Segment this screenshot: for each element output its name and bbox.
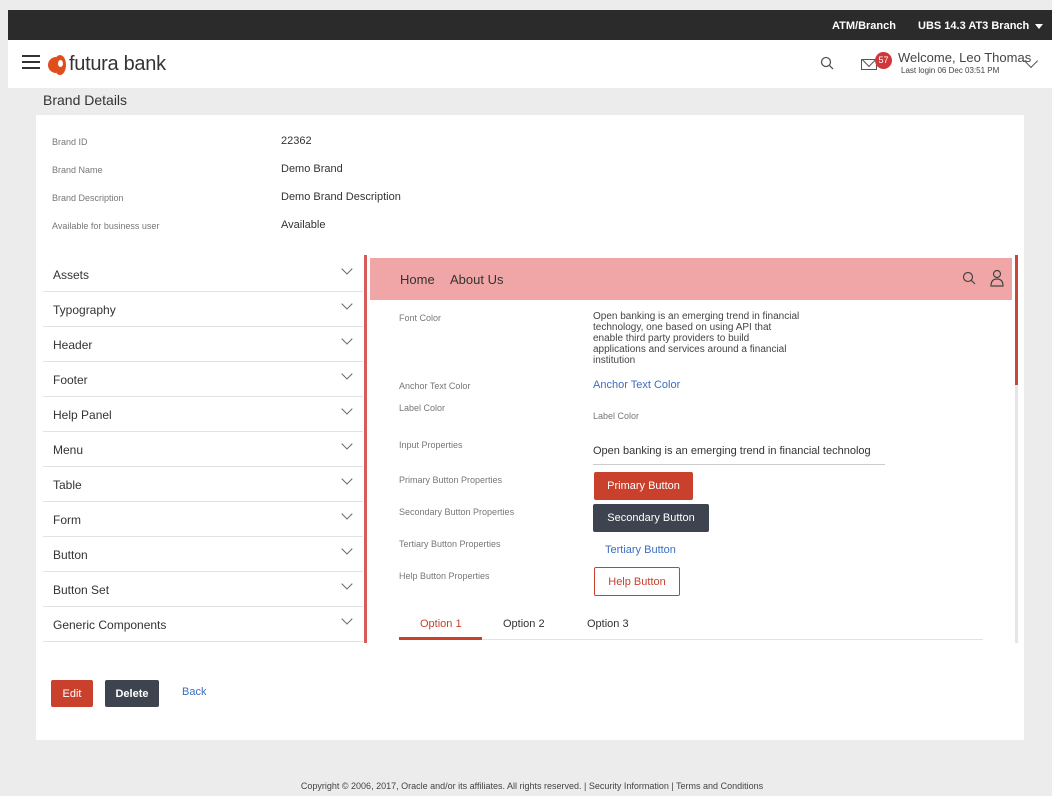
user-icon[interactable] (990, 269, 1004, 287)
welcome-text[interactable]: Welcome, Leo Thomas (898, 50, 1031, 65)
accordion-item-label: Form (53, 513, 81, 527)
accordion-item-label: Button (53, 548, 88, 562)
preview-scrollbar-track[interactable] (1015, 385, 1018, 643)
preview-scrollbar-thumb[interactable] (1015, 255, 1018, 385)
hamburger-menu-icon[interactable] (22, 55, 40, 70)
brand-id-value: 22362 (281, 135, 312, 147)
accordion-item-header[interactable]: Header (43, 327, 363, 362)
chevron-down-icon (341, 368, 353, 380)
chevron-down-icon (341, 578, 353, 590)
atm-branch-link[interactable]: ATM/Branch (832, 20, 896, 32)
accordion-item-label: Footer (53, 373, 88, 387)
top-bar: ATM/Branch UBS 14.3 AT3 Branch (8, 10, 1052, 40)
tab-option-1[interactable]: Option 1 (420, 618, 462, 630)
accordion-item-button-set[interactable]: Button Set (43, 572, 363, 607)
bank-name: futura bank (69, 53, 166, 75)
help-button-properties-label: Help Button Properties (399, 571, 490, 581)
anchor-text-sample-link[interactable]: Anchor Text Color (593, 379, 680, 391)
preview-nav-bar: Home About Us (370, 258, 1012, 300)
chevron-down-icon (341, 543, 353, 555)
brand-description-value: Demo Brand Description (281, 191, 401, 203)
logo-mark-icon (48, 54, 66, 75)
accordion-item-label: Button Set (53, 583, 110, 597)
font-color-sample-text: Open banking is an emerging trend in fin… (593, 311, 800, 366)
chevron-down-icon (341, 438, 353, 450)
primary-button-sample[interactable]: Primary Button (594, 472, 693, 500)
delete-button[interactable]: Delete (105, 680, 159, 707)
search-icon[interactable] (820, 56, 834, 70)
tab-option-2[interactable]: Option 2 (503, 618, 545, 630)
preview-nav-home[interactable]: Home (400, 272, 435, 287)
search-icon[interactable] (962, 271, 976, 285)
availability-label: Available for business user (52, 221, 160, 231)
accordion-item-table[interactable]: Table (43, 467, 363, 502)
footer-text: Copyright © 2006, 2017, Oracle and/or it… (300, 781, 764, 791)
accordion-item-label: Table (53, 478, 82, 492)
chevron-down-icon (341, 473, 353, 485)
caret-down-icon (1035, 23, 1044, 29)
notification-badge: 57 (875, 52, 892, 69)
secondary-button-sample[interactable]: Secondary Button (593, 504, 709, 532)
accordion-item-footer[interactable]: Footer (43, 362, 363, 397)
secondary-button-properties-label: Secondary Button Properties (399, 507, 515, 517)
preview-nav-about[interactable]: About Us (450, 272, 503, 287)
anchor-text-color-label: Anchor Text Color (399, 381, 471, 391)
brand-name-label: Brand Name (52, 165, 103, 175)
chevron-down-icon (341, 333, 353, 345)
app-header: futura bank 57 Welcome, Leo Thomas Last … (8, 40, 1052, 88)
edit-button[interactable]: Edit (51, 680, 93, 707)
accordion-item-label: Generic Components (53, 618, 167, 632)
tertiary-button-properties-label: Tertiary Button Properties (399, 539, 501, 549)
accordion-item-menu[interactable]: Menu (43, 432, 363, 467)
tertiary-button-sample[interactable]: Tertiary Button (597, 538, 687, 562)
accordion-item-label: Help Panel (53, 408, 112, 422)
brand-name-value: Demo Brand (281, 163, 343, 175)
font-color-label: Font Color (399, 313, 442, 323)
accordion-item-form[interactable]: Form (43, 502, 363, 537)
accordion-item-label: Typography (53, 303, 116, 317)
chevron-down-icon (341, 508, 353, 520)
accordion-item-help-panel[interactable]: Help Panel (43, 397, 363, 432)
sample-input-field[interactable]: Open banking is an emerging trend in fin… (593, 440, 885, 465)
input-properties-label: Input Properties (399, 440, 463, 450)
tab-option-3[interactable]: Option 3 (587, 618, 629, 630)
accordion-item-label: Assets (53, 268, 90, 282)
chevron-down-icon (341, 298, 353, 310)
branch-selector-label: UBS 14.3 AT3 Branch (918, 20, 1030, 32)
chevron-down-icon (341, 263, 353, 275)
label-color-label: Label Color (399, 403, 446, 413)
availability-value: Available (281, 219, 326, 231)
back-link[interactable]: Back (182, 686, 206, 698)
branch-selector[interactable]: UBS 14.3 AT3 Branch (918, 20, 1044, 32)
page-title: Brand Details (43, 92, 128, 108)
accordion-item-generic-components[interactable]: Generic Components (43, 607, 363, 642)
brand-id-label: Brand ID (52, 137, 88, 147)
accordion-item-button[interactable]: Button (43, 537, 363, 572)
accordion-item-typography[interactable]: Typography (43, 292, 363, 327)
bank-logo[interactable]: futura bank (48, 53, 166, 76)
accordion-item-assets[interactable]: Assets (43, 257, 363, 292)
active-tab-indicator (399, 637, 482, 640)
label-color-sample: Label Color (593, 411, 640, 421)
last-login-text: Last login 06 Dec 03:51 PM (901, 66, 1000, 75)
brand-description-label: Brand Description (52, 193, 124, 203)
settings-accordion: Assets Typography Header Footer Help Pan… (43, 257, 363, 642)
accordion-item-label: Header (53, 338, 93, 352)
preview-tabs: Option 1 Option 2 Option 3 (399, 612, 983, 640)
chevron-down-icon (341, 613, 353, 625)
help-button-sample[interactable]: Help Button (594, 567, 680, 596)
chevron-down-icon (341, 403, 353, 415)
primary-button-properties-label: Primary Button Properties (399, 475, 503, 485)
accordion-item-label: Menu (53, 443, 84, 457)
